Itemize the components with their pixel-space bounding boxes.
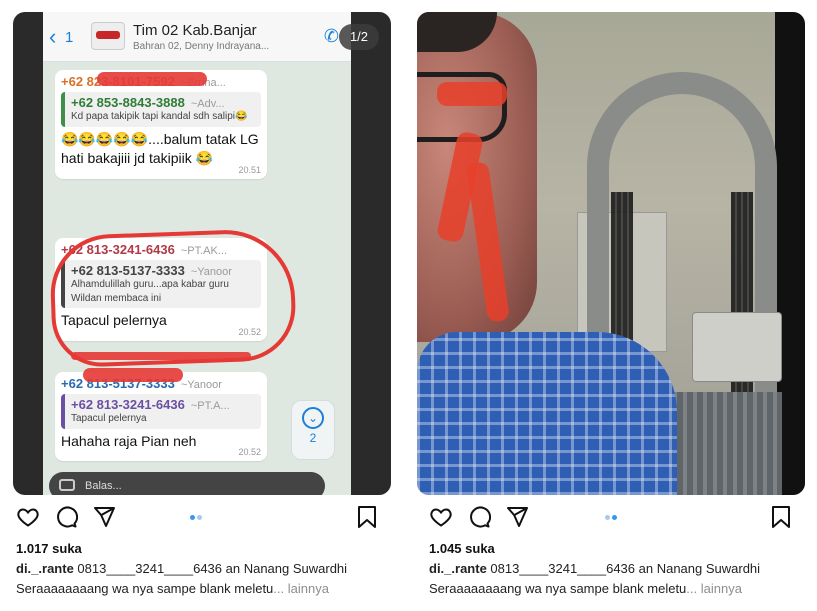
red-circle-highlight	[48, 227, 298, 369]
unread-count: 2	[309, 431, 317, 445]
group-title: Tim 02 Kab.Banjar	[133, 22, 257, 39]
back-count: 1	[65, 29, 74, 46]
chat-header: ‹ 1 Tim 02 Kab.Banjar Bahran 02, Denny I…	[43, 12, 351, 62]
share-icon[interactable]	[505, 505, 529, 534]
scroll-down-button: ⌄ 2	[291, 400, 335, 460]
camera-icon	[59, 479, 75, 491]
carousel-dot-active	[612, 515, 617, 520]
post-media-whatsapp-screenshot[interactable]: ‹ 1 Tim 02 Kab.Banjar Bahran 02, Denny I…	[13, 12, 391, 495]
action-bar	[0, 505, 400, 531]
quote-text: Kd papa takipik tapi kandal sdh salipi😂	[71, 111, 248, 122]
carousel-dot	[197, 515, 202, 520]
caption-line-2: Seraaaaaaaang wa nya sampe blank meletu.…	[429, 581, 742, 596]
redaction-scribble	[97, 72, 207, 86]
photo-shirt	[417, 332, 677, 495]
caption-text: 0813____3241____6436 an Nanang Suwardhi	[77, 561, 348, 576]
red-scribble-mark	[437, 82, 507, 106]
quote-sender: +62 813-3241-6436 ~PT.A...	[71, 397, 255, 412]
quote-sender-number: +62 813-3241-6436	[71, 397, 185, 412]
bookmark-icon[interactable]	[356, 505, 378, 534]
quote-text: Tapacul pelernya	[71, 413, 147, 424]
back-icon: ‹	[49, 24, 57, 49]
reply-input: Balas...	[49, 472, 325, 495]
share-icon[interactable]	[92, 505, 116, 534]
caption: di._.rante 0813____3241____6436 an Nanan…	[16, 561, 347, 576]
message-bubble: +62 813-5137-3333 ~Yanoor +62 813-3241-64…	[55, 372, 267, 462]
more-link[interactable]: ... lainnya	[686, 581, 742, 596]
action-bar	[412, 505, 817, 531]
post-media-photo[interactable]	[417, 12, 805, 495]
sender-alias: ~Yanoor	[180, 379, 222, 391]
comment-icon[interactable]	[54, 505, 79, 534]
quote-sender-alias: ~Adv...	[190, 98, 225, 110]
carousel-dot-active	[190, 515, 195, 520]
photo-hair	[417, 12, 497, 52]
quoted-message: +62 813-3241-6436 ~PT.A... Tapacul pelern…	[61, 394, 261, 429]
redaction-scribble	[83, 368, 183, 382]
cable-tray-leg	[755, 192, 777, 422]
quote-sender-number: +62 853-8843-3888	[71, 95, 185, 110]
carousel-page-badge: 1/2	[339, 24, 379, 50]
cables	[731, 192, 753, 422]
likes-count[interactable]: 1.045 suka	[429, 541, 495, 556]
carousel-dot	[605, 515, 610, 520]
more-link[interactable]: ... lainnya	[273, 581, 329, 596]
likes-count[interactable]: 1.017 suka	[16, 541, 82, 556]
caption-username[interactable]: di._.rante	[16, 561, 74, 576]
heart-icon[interactable]	[16, 505, 40, 534]
message-bubble: +62 823-8101-7592~Errina... +62 853-8843…	[55, 70, 267, 179]
whatsapp-screenshot: ‹ 1 Tim 02 Kab.Banjar Bahran 02, Denny I…	[43, 12, 351, 495]
quote-sender: +62 853-8843-3888 ~Adv...	[71, 95, 255, 110]
redaction-scribble	[71, 352, 251, 360]
chat-area: +62 823-8101-7592~Errina... +62 853-8843…	[43, 62, 351, 480]
group-avatar	[91, 22, 125, 50]
caption-username[interactable]: di._.rante	[429, 561, 487, 576]
comment-icon[interactable]	[467, 505, 492, 534]
caption-text: 0813____3241____6436 an Nanang Suwardhi	[490, 561, 761, 576]
photo-electrical-panel	[692, 312, 782, 382]
group-subtitle: Bahran 02, Denny Indrayana...	[133, 41, 270, 52]
caption-line-2: Seraaaaaaaang wa nya sampe blank meletu.…	[16, 581, 329, 596]
bookmark-icon[interactable]	[770, 505, 792, 534]
reply-placeholder: Balas...	[85, 480, 122, 492]
caption-continuation: Seraaaaaaaang wa nya sampe blank meletu	[429, 581, 687, 596]
caption-continuation: Seraaaaaaaang wa nya sampe blank meletu	[16, 581, 274, 596]
caption: di._.rante 0813____3241____6436 an Nanan…	[429, 561, 760, 576]
quote-sender-alias: ~PT.A...	[190, 400, 230, 412]
chevron-down-icon: ⌄	[302, 407, 324, 429]
message-text: 😂😂😂😂😂....balum tatak LG hati bakajiii jd…	[61, 130, 259, 167]
quoted-message: +62 853-8843-3888 ~Adv... Kd papa takipik…	[61, 92, 261, 127]
carousel-dots	[190, 515, 204, 521]
heart-icon[interactable]	[429, 505, 453, 534]
add-call-icon: ✆	[323, 26, 339, 46]
carousel-dots	[605, 515, 619, 521]
